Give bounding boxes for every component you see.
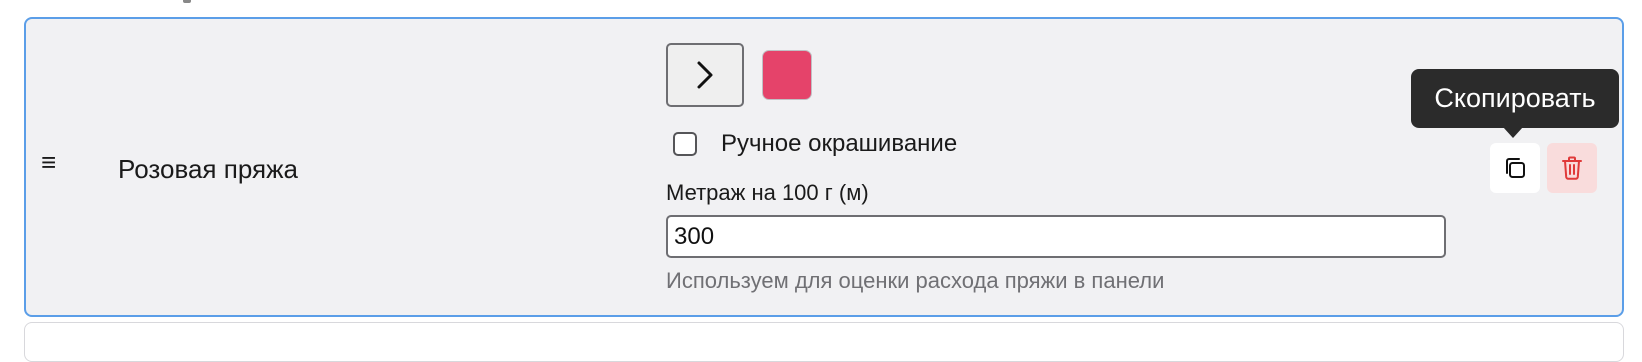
hand-dyed-checkbox[interactable] xyxy=(673,132,697,156)
hand-dyed-option[interactable]: Ручное окрашивание xyxy=(673,128,957,160)
copy-tooltip: Скопировать xyxy=(1411,69,1619,128)
copy-tooltip-arrow xyxy=(1503,127,1523,138)
meterage-label: Метраж на 100 г (м) xyxy=(666,180,869,205)
meterage-help-text: Используем для оценки расхода пряжи в па… xyxy=(666,268,1165,293)
meterage-input[interactable] xyxy=(666,215,1446,258)
delete-button[interactable] xyxy=(1547,143,1597,193)
copy-icon xyxy=(1506,158,1525,178)
color-swatch[interactable] xyxy=(762,50,812,100)
chevron-right-icon xyxy=(697,61,713,89)
drag-handle-icon[interactable]: ≡ xyxy=(41,149,61,175)
yarn-name: Розовая пряжа xyxy=(118,154,298,184)
trash-icon xyxy=(1562,156,1582,180)
hand-dyed-label: Ручное окрашивание xyxy=(721,130,958,157)
copy-button[interactable] xyxy=(1490,143,1540,193)
expand-button[interactable] xyxy=(666,43,744,107)
next-row-card xyxy=(24,322,1624,362)
top-edge-mark xyxy=(183,0,191,3)
